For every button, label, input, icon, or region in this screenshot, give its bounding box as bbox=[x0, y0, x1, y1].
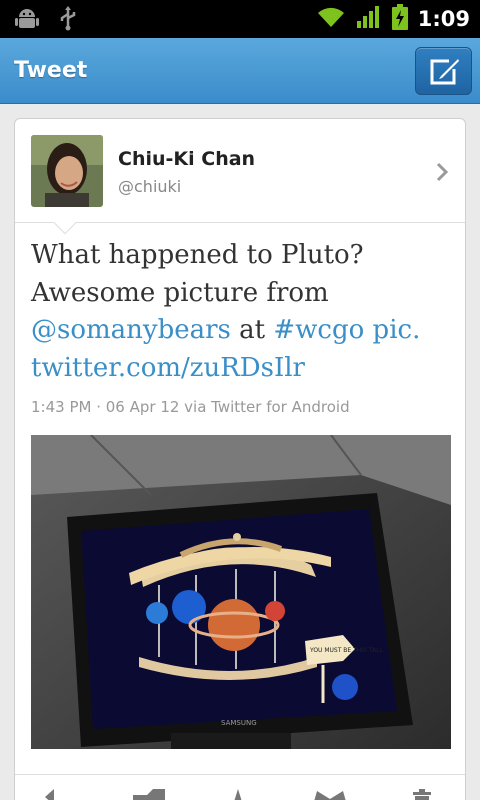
android-debug-icon bbox=[14, 6, 40, 36]
page-title: Tweet bbox=[14, 58, 88, 83]
share-icon[interactable] bbox=[313, 789, 347, 800]
status-bar: 1:09 bbox=[0, 0, 480, 38]
retweet-icon[interactable] bbox=[131, 789, 165, 800]
compose-button[interactable] bbox=[415, 47, 472, 95]
tweet-text-line2: Awesome picture from bbox=[31, 277, 329, 308]
chevron-right-icon bbox=[436, 162, 449, 182]
hashtag-link[interactable]: #wcgo bbox=[273, 315, 364, 345]
battery-charging-icon bbox=[391, 4, 408, 34]
photo-sign-text: YOU MUST BE THIS TALL bbox=[309, 647, 383, 654]
mention-link[interactable]: @somanybears bbox=[31, 315, 231, 345]
tweet-photo[interactable]: YOU MUST BE THIS TALL SAMSUNG bbox=[31, 435, 451, 749]
author-row[interactable]: Chiu-Ki Chan @chiuki bbox=[15, 119, 465, 223]
pic-link-part1[interactable]: pic. bbox=[364, 315, 421, 345]
wifi-icon bbox=[316, 5, 346, 33]
compose-icon bbox=[430, 59, 459, 85]
reply-icon[interactable] bbox=[45, 789, 67, 800]
tweet-text-at: at bbox=[230, 315, 274, 345]
tv-brand: SAMSUNG bbox=[221, 719, 257, 727]
tweet-text-line1: What happened to Pluto? bbox=[31, 240, 364, 270]
delete-icon[interactable] bbox=[411, 789, 433, 800]
clock: 1:09 bbox=[417, 7, 470, 31]
tweet-toolbar bbox=[15, 774, 465, 800]
pic-link-part2[interactable]: twitter.com/zuRDsIlr bbox=[31, 353, 305, 383]
tweet-text: What happened to Pluto? Awesome picture … bbox=[31, 237, 451, 387]
signal-icon bbox=[356, 5, 382, 33]
author-name: Chiu-Ki Chan bbox=[118, 148, 256, 170]
action-bar: Tweet bbox=[0, 38, 480, 104]
usb-icon bbox=[58, 6, 78, 36]
avatar[interactable] bbox=[31, 135, 103, 207]
favorite-icon[interactable] bbox=[227, 789, 249, 800]
author-handle: @chiuki bbox=[118, 177, 182, 196]
tweet-meta: 1:43 PM · 06 Apr 12 via Twitter for Andr… bbox=[31, 398, 350, 416]
tweet-card: Chiu-Ki Chan @chiuki What happened to Pl… bbox=[14, 118, 466, 800]
